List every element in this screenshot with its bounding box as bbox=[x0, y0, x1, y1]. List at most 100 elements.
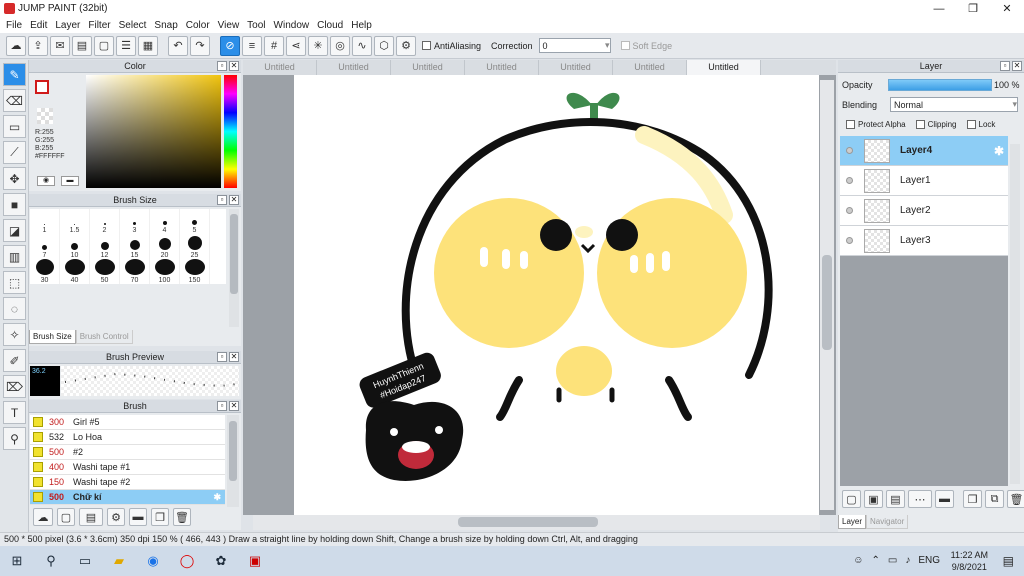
page-icon[interactable]: ▤ bbox=[72, 35, 92, 56]
brush-size-cell[interactable]: 7 bbox=[30, 234, 60, 259]
brush-size-cell[interactable]: 70 bbox=[120, 259, 150, 284]
brush-size-cell[interactable]: 40 bbox=[60, 259, 90, 284]
visibility-icon[interactable] bbox=[840, 177, 858, 184]
brush-size-cell[interactable]: 100 bbox=[150, 259, 180, 284]
gear-icon[interactable]: ✱ bbox=[213, 492, 221, 503]
tab-brush-control[interactable]: Brush Control bbox=[75, 330, 133, 344]
menu-window[interactable]: Window bbox=[272, 20, 316, 31]
duplicate-layer-icon[interactable]: ❐ bbox=[963, 490, 982, 508]
brush-item[interactable]: 532 Lo Hoa bbox=[30, 430, 225, 445]
cross-snap-icon[interactable]: # bbox=[264, 35, 284, 56]
snap-settings-icon[interactable]: ⚙ bbox=[396, 35, 416, 56]
windows-start-icon[interactable]: ⊞ bbox=[0, 546, 34, 576]
document-tab[interactable]: Untitled bbox=[243, 60, 317, 75]
grid-settings-icon[interactable]: ▦ bbox=[138, 35, 158, 56]
delete-layer-icon[interactable]: 🗑 bbox=[1007, 490, 1024, 508]
brush-size-cell[interactable]: 1.5 bbox=[60, 209, 90, 234]
drawing-canvas[interactable]: HuynhThienn #Hoidap247 bbox=[294, 75, 819, 515]
document-icon[interactable]: ▢ bbox=[94, 35, 114, 56]
brush-size-scrollbar[interactable] bbox=[229, 209, 239, 327]
brush-size-cell[interactable]: 50 bbox=[90, 259, 120, 284]
notification-icon[interactable]: ▤ bbox=[1003, 554, 1014, 568]
trash-icon[interactable]: 🗑 bbox=[173, 508, 191, 526]
chevron-up-icon[interactable]: ⌃ bbox=[871, 555, 879, 566]
menu-color[interactable]: Color bbox=[184, 20, 216, 31]
search-icon[interactable]: ⚲ bbox=[34, 546, 68, 576]
layer-row[interactable]: Layer3 bbox=[840, 226, 1008, 256]
move-tool-icon[interactable]: ✥ bbox=[3, 167, 26, 190]
brush-item-selected[interactable]: 500 Chữ kí ✱ bbox=[30, 490, 225, 505]
layer-row[interactable]: Layer1 bbox=[840, 166, 1008, 196]
softedge-toggle[interactable]: Soft Edge bbox=[620, 41, 672, 51]
brush-item[interactable]: 500 #2 bbox=[30, 445, 225, 460]
gradient-tool-icon[interactable]: ▥ bbox=[3, 245, 26, 268]
hue-slider[interactable] bbox=[224, 75, 237, 188]
new-brush-icon[interactable]: ▢ bbox=[57, 508, 75, 526]
copy-icon[interactable]: ❐ bbox=[151, 508, 169, 526]
magic-wand-tool-icon[interactable]: ✧ bbox=[3, 323, 26, 346]
opacity-slider[interactable] bbox=[888, 79, 992, 91]
brush-size-cell[interactable]: 150 bbox=[180, 259, 210, 284]
undo-icon[interactable]: ↶ bbox=[168, 35, 188, 56]
brush-size-cell[interactable]: 1 bbox=[30, 209, 60, 234]
brush-tool-icon[interactable]: ⟋ bbox=[3, 141, 26, 164]
list-icon[interactable]: ☰ bbox=[116, 35, 136, 56]
layer-scrollbar[interactable] bbox=[1010, 144, 1020, 484]
document-tab[interactable]: Untitled bbox=[317, 60, 391, 75]
undock-icon[interactable]: ▫ bbox=[1000, 61, 1010, 71]
brush-settings-icon[interactable]: ⚙ bbox=[107, 508, 125, 526]
paint-app-icon[interactable]: ✿ bbox=[204, 546, 238, 576]
cloud-icon[interactable]: ☁ bbox=[6, 35, 26, 56]
menu-tool[interactable]: Tool bbox=[245, 20, 271, 31]
people-icon[interactable]: ☺ bbox=[853, 555, 863, 566]
polygon-snap-icon[interactable]: ⬡ bbox=[374, 35, 394, 56]
brush-size-cell[interactable]: 2 bbox=[90, 209, 120, 234]
visibility-icon[interactable] bbox=[840, 207, 858, 214]
curve-snap-icon[interactable]: ∿ bbox=[352, 35, 372, 56]
export-icon[interactable]: ⇪ bbox=[28, 35, 48, 56]
circle-snap-icon[interactable]: ◎ bbox=[330, 35, 350, 56]
menu-filter[interactable]: Filter bbox=[86, 20, 116, 31]
text-tool-icon[interactable]: T bbox=[3, 401, 26, 424]
eraser-tool-icon[interactable]: ⌫ bbox=[3, 89, 26, 112]
close-icon[interactable]: ✕ bbox=[229, 195, 239, 205]
layer-menu-icon[interactable]: ⋯ bbox=[908, 490, 932, 508]
blending-select[interactable]: Normal ▾ bbox=[890, 97, 1018, 112]
document-tab[interactable]: Untitled bbox=[539, 60, 613, 75]
document-tab[interactable]: Untitled bbox=[391, 60, 465, 75]
canvas-vertical-scrollbar[interactable] bbox=[820, 80, 834, 510]
brush-size-cell[interactable]: 3 bbox=[120, 209, 150, 234]
new-layer-icon[interactable]: ▢ bbox=[842, 490, 861, 508]
file-explorer-icon[interactable]: ▰ bbox=[102, 546, 136, 576]
maximize-button[interactable]: ❐ bbox=[956, 0, 990, 17]
softedge-checkbox[interactable] bbox=[620, 41, 630, 50]
canvas-horizontal-scrollbar[interactable] bbox=[253, 515, 820, 530]
protect-alpha-checkbox[interactable] bbox=[846, 120, 855, 130]
parallel-snap-icon[interactable]: ≡ bbox=[242, 35, 262, 56]
menu-view[interactable]: View bbox=[216, 20, 246, 31]
merge-layer-icon[interactable]: ⧉ bbox=[985, 490, 1004, 508]
color-wheel-button[interactable]: ◉ bbox=[37, 176, 55, 186]
jump-paint-icon[interactable]: ▣ bbox=[238, 546, 272, 576]
menu-help[interactable]: Help bbox=[349, 20, 378, 31]
new-raster-layer-icon[interactable]: ▣ bbox=[864, 490, 883, 508]
select-eraser-tool-icon[interactable]: ⌦ bbox=[3, 375, 26, 398]
undock-icon[interactable]: ▫ bbox=[217, 61, 227, 71]
rect-select-tool-icon[interactable]: ▭ bbox=[3, 115, 26, 138]
select-pen-tool-icon[interactable]: ✐ bbox=[3, 349, 26, 372]
clock[interactable]: 11:22 AM 9/8/2021 bbox=[951, 549, 988, 573]
menu-file[interactable]: File bbox=[4, 20, 28, 31]
language-indicator[interactable]: ENG bbox=[918, 555, 940, 566]
minimize-button[interactable]: — bbox=[922, 0, 956, 17]
tab-brush-size[interactable]: Brush Size bbox=[29, 330, 76, 344]
menu-select[interactable]: Select bbox=[117, 20, 153, 31]
brush-menu-icon[interactable]: ▤ bbox=[79, 508, 103, 526]
new-text-layer-icon[interactable]: ▤ bbox=[886, 490, 905, 508]
layer-row-selected[interactable]: Layer4 ✱ bbox=[840, 136, 1008, 166]
visibility-icon[interactable] bbox=[840, 237, 858, 244]
antialiasing-checkbox[interactable] bbox=[422, 41, 431, 50]
brush-size-cell[interactable]: 20 bbox=[150, 234, 180, 259]
close-icon[interactable]: ✕ bbox=[229, 401, 239, 411]
clipping-toggle[interactable]: Clipping bbox=[915, 120, 957, 130]
menu-edit[interactable]: Edit bbox=[28, 20, 53, 31]
